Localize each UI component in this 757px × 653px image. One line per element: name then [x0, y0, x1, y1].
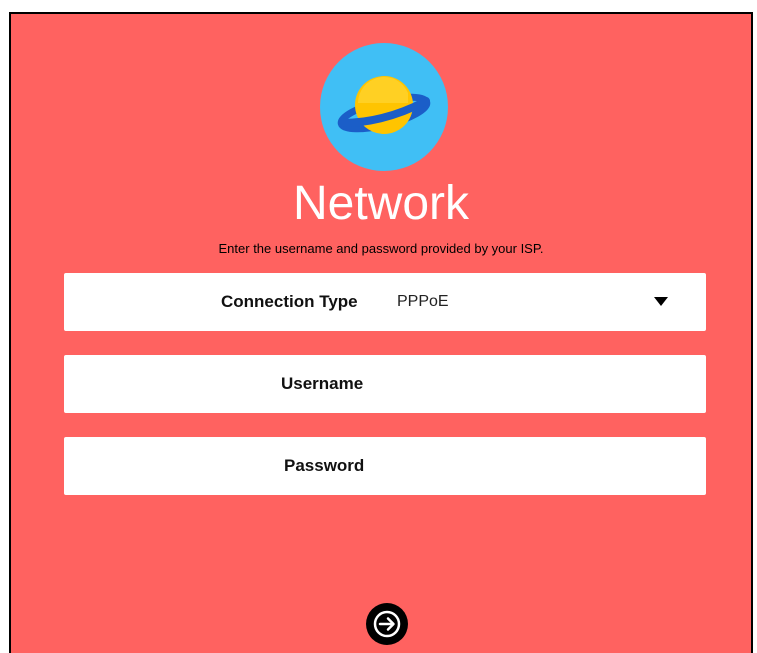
password-input[interactable] — [397, 447, 691, 487]
password-field[interactable]: Password — [64, 437, 706, 495]
next-button[interactable] — [366, 603, 408, 645]
connection-type-value[interactable]: PPPoE — [397, 273, 449, 331]
page-title: Network — [292, 177, 470, 230]
password-label: Password — [284, 456, 365, 475]
connection-type-label: Connection Type — [221, 292, 358, 311]
username-input[interactable] — [397, 365, 691, 405]
arrow-right-icon — [373, 610, 401, 638]
setup-panel: Network Enter the username and password … — [9, 12, 753, 653]
chevron-down-icon[interactable] — [654, 297, 668, 306]
connection-type-select[interactable]: Connection Type PPPoE — [64, 273, 706, 331]
username-label: Username — [281, 374, 364, 393]
page-subtitle: Enter the username and password provided… — [218, 241, 544, 256]
username-field[interactable]: Username — [64, 355, 706, 413]
planet-icon — [320, 43, 448, 171]
